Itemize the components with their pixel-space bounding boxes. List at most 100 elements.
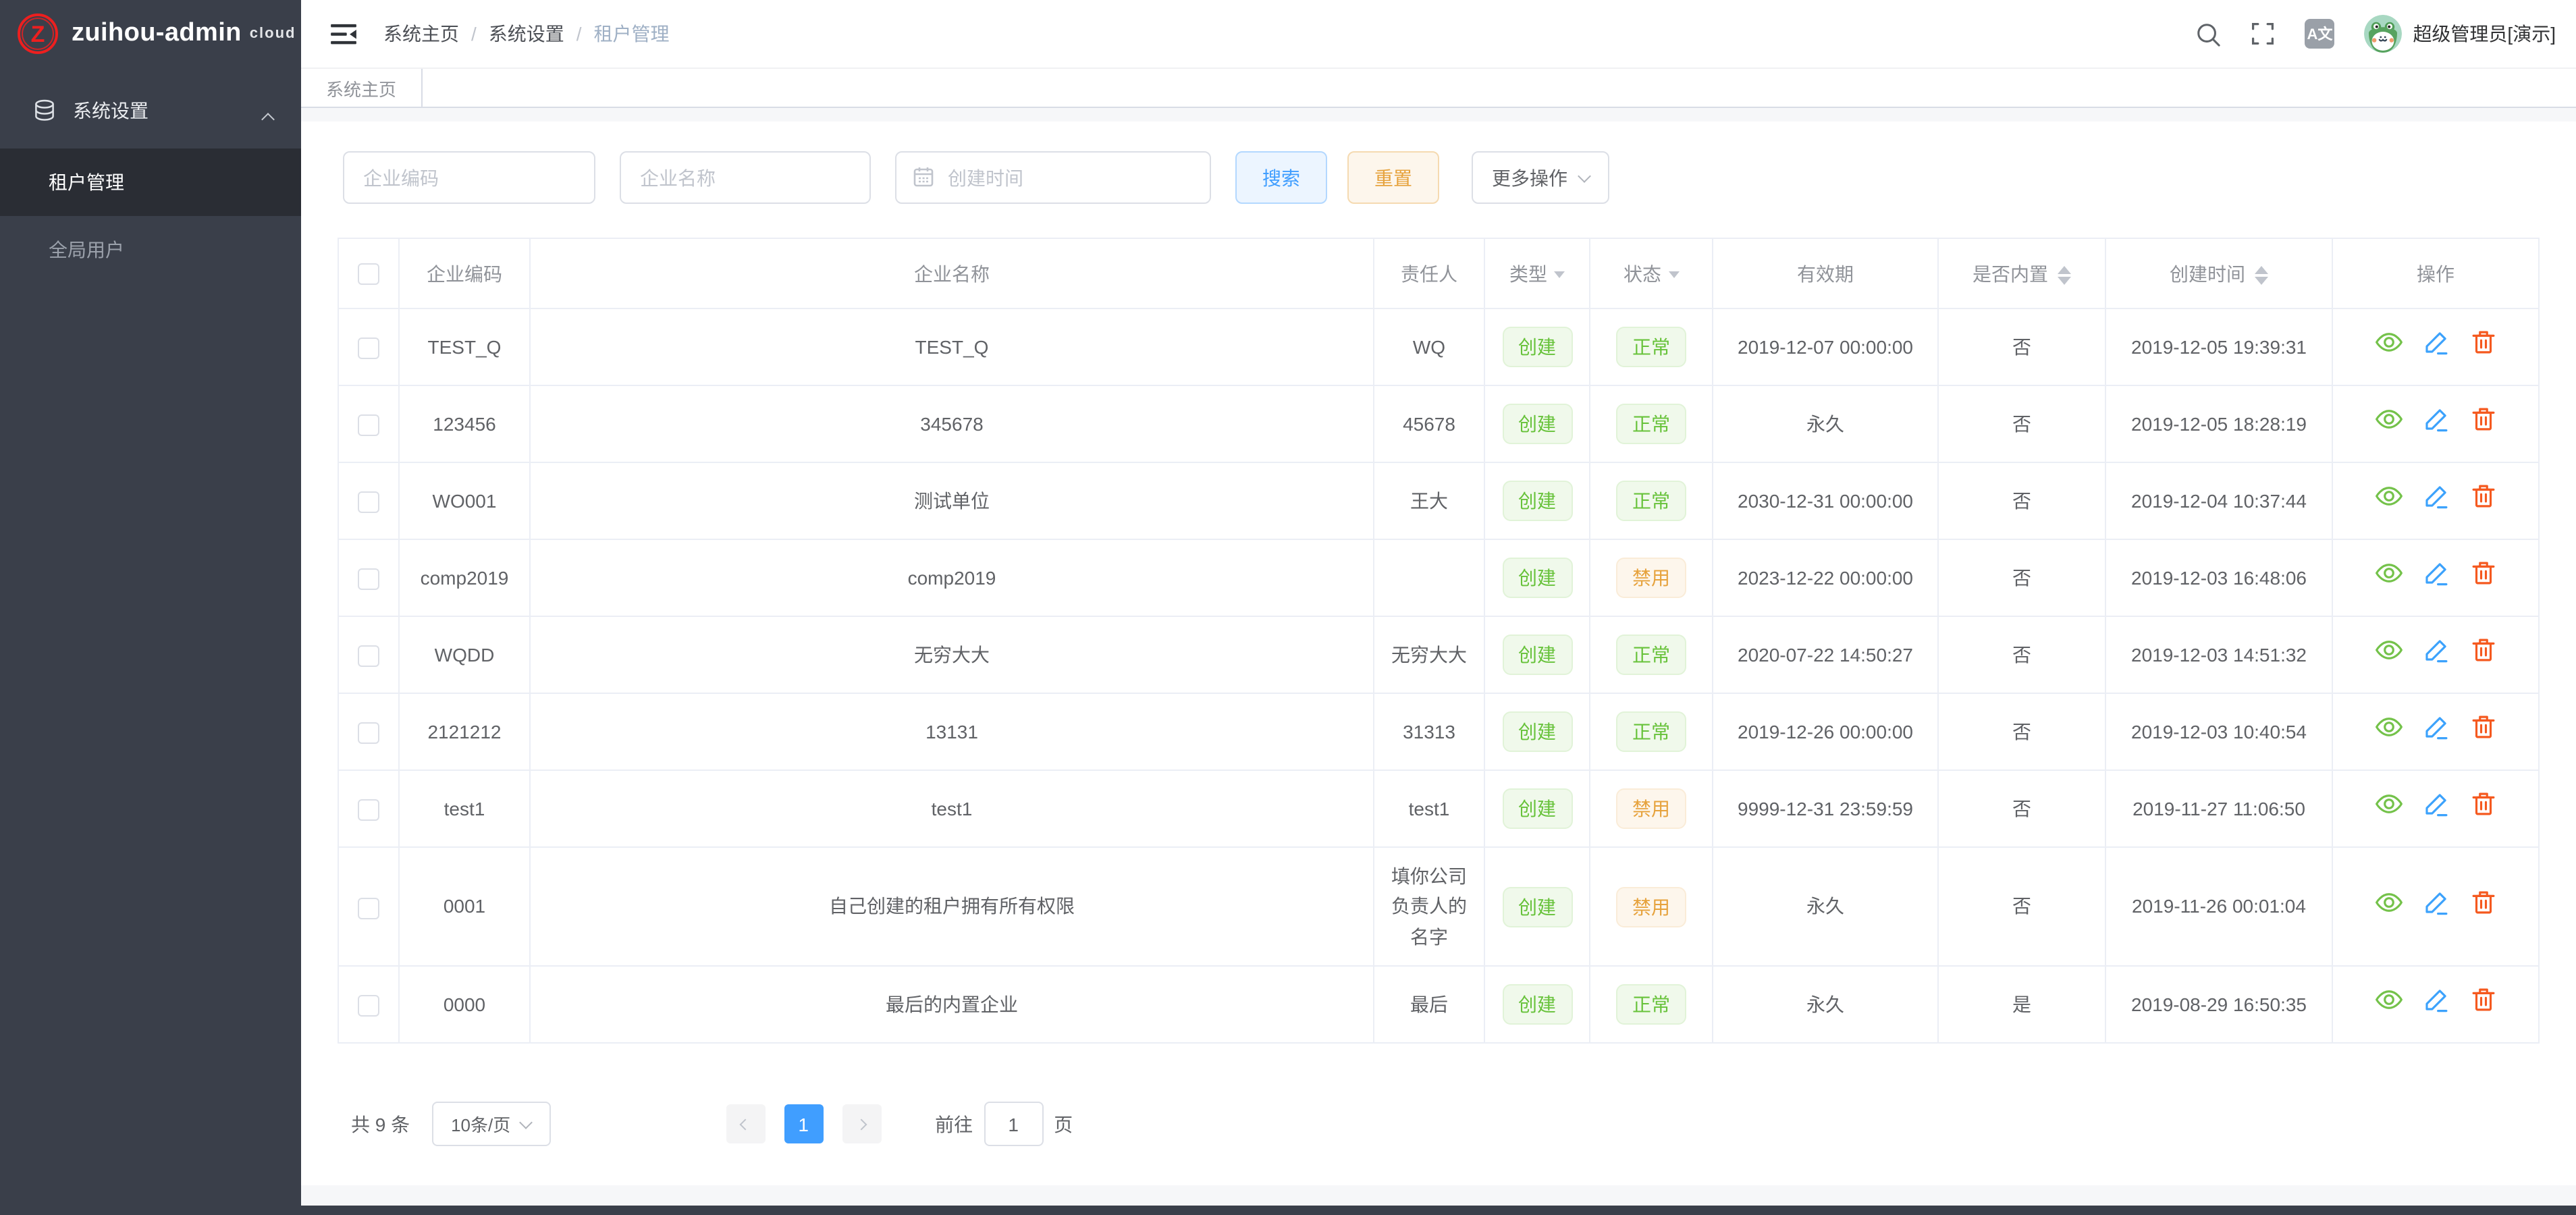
page-size-select[interactable]: 10条/页: [431, 1102, 550, 1146]
breadcrumb-item-home[interactable]: 系统主页: [383, 20, 459, 47]
filter-caret-icon[interactable]: [1554, 272, 1565, 279]
row-checkbox[interactable]: [358, 645, 379, 667]
search-icon[interactable]: [2195, 21, 2221, 47]
pencil-icon[interactable]: [2421, 790, 2450, 819]
column-header-1: 企业名称: [530, 238, 1374, 308]
row-checkbox[interactable]: [358, 897, 379, 919]
row-checkbox[interactable]: [358, 338, 379, 359]
row-checkbox[interactable]: [358, 414, 379, 436]
eye-icon[interactable]: [2374, 560, 2403, 588]
tab-system-home[interactable]: 系统主页: [301, 69, 423, 107]
eye-icon[interactable]: [2374, 637, 2403, 665]
breadcrumb-item-settings[interactable]: 系统设置: [489, 20, 564, 47]
cell-created: 2019-11-27 11:06:50: [2105, 770, 2332, 847]
cell-actions: [2332, 539, 2539, 616]
sort-carets-icon[interactable]: [2058, 266, 2071, 285]
chevron-down-icon: [519, 1115, 533, 1129]
sidebar-item-global-users[interactable]: 全局用户: [0, 216, 301, 284]
pencil-icon[interactable]: [2421, 713, 2450, 742]
column-header-5: 有效期: [1713, 238, 1938, 308]
trash-icon[interactable]: [2469, 560, 2497, 588]
type-badge: 创建: [1502, 634, 1572, 675]
sidebar-item-tenant-management[interactable]: 租户管理: [0, 148, 301, 216]
sidebar-collapse-button[interactable]: [331, 22, 356, 45]
trash-icon[interactable]: [2469, 888, 2497, 917]
type-badge: 创建: [1502, 481, 1572, 521]
pencil-icon[interactable]: [2421, 986, 2450, 1015]
pencil-icon[interactable]: [2421, 483, 2450, 511]
goto-page-input[interactable]: [984, 1102, 1043, 1146]
column-label: 有效期: [1797, 263, 1854, 284]
next-page-button[interactable]: [842, 1104, 881, 1143]
pencil-icon[interactable]: [2421, 406, 2450, 434]
page-unit-label: 页: [1054, 1110, 1073, 1137]
cell-actions: [2332, 847, 2539, 966]
breadcrumb-separator: /: [576, 23, 582, 45]
eye-icon[interactable]: [2374, 790, 2403, 819]
trash-icon[interactable]: [2469, 637, 2497, 665]
row-checkbox[interactable]: [358, 995, 379, 1017]
eye-icon[interactable]: [2374, 986, 2403, 1015]
page-number-current[interactable]: 1: [784, 1104, 823, 1143]
enterprise-name-input[interactable]: [620, 151, 871, 204]
trash-icon[interactable]: [2469, 713, 2497, 742]
row-checkbox[interactable]: [358, 491, 379, 513]
trash-icon[interactable]: [2469, 790, 2497, 819]
row-actions: [2365, 790, 2506, 819]
trash-icon[interactable]: [2469, 406, 2497, 434]
create-time-input[interactable]: [895, 151, 1211, 204]
eye-icon[interactable]: [2374, 888, 2403, 917]
cell-builtin: 否: [1938, 847, 2105, 966]
trash-icon[interactable]: [2469, 329, 2497, 357]
row-checkbox[interactable]: [358, 799, 379, 821]
pencil-icon[interactable]: [2421, 888, 2450, 917]
type-badge: 创建: [1502, 984, 1572, 1025]
trash-icon[interactable]: [2469, 483, 2497, 511]
pencil-icon[interactable]: [2421, 329, 2450, 357]
row-checkbox[interactable]: [358, 722, 379, 744]
translate-icon[interactable]: A文: [2305, 19, 2334, 49]
fullscreen-icon[interactable]: [2251, 22, 2275, 46]
reset-button[interactable]: 重置: [1347, 151, 1439, 204]
row-select-cell: [338, 308, 399, 385]
search-button[interactable]: 搜索: [1235, 151, 1327, 204]
sidebar-group-system-settings[interactable]: 系统设置: [0, 73, 301, 148]
cell-code: 2121212: [399, 693, 530, 770]
cell-type: 创建: [1484, 693, 1590, 770]
pencil-icon[interactable]: [2421, 560, 2450, 588]
cell-type: 创建: [1484, 462, 1590, 539]
cell-status: 禁用: [1590, 539, 1713, 616]
column-header-7[interactable]: 创建时间: [2105, 238, 2332, 308]
status-badge: 正常: [1616, 984, 1686, 1025]
select-all-checkbox[interactable]: [358, 263, 379, 285]
more-actions-button[interactable]: 更多操作: [1472, 151, 1609, 204]
eye-icon[interactable]: [2374, 329, 2403, 357]
row-checkbox[interactable]: [358, 568, 379, 590]
trash-icon[interactable]: [2469, 986, 2497, 1015]
cell-builtin: 否: [1938, 693, 2105, 770]
collapse-menu-icon: [331, 22, 356, 45]
sort-carets-icon[interactable]: [2255, 266, 2268, 285]
user-menu[interactable]: 超级管理员[演示]: [2364, 15, 2556, 53]
cell-name: 13131: [530, 693, 1374, 770]
column-header-3[interactable]: 类型: [1484, 238, 1590, 308]
eye-icon[interactable]: [2374, 406, 2403, 434]
app-logo: Z zuihou-admin cloud: [0, 0, 301, 68]
cell-owner: 王大: [1374, 462, 1484, 539]
enterprise-code-input[interactable]: [343, 151, 595, 204]
eye-icon[interactable]: [2374, 713, 2403, 742]
cell-builtin: 否: [1938, 385, 2105, 462]
breadcrumb: 系统主页 / 系统设置 / 租户管理: [383, 20, 670, 47]
column-header-6[interactable]: 是否内置: [1938, 238, 2105, 308]
eye-icon[interactable]: [2374, 483, 2403, 511]
column-label: 状态: [1624, 263, 1661, 284]
cell-code: TEST_Q: [399, 308, 530, 385]
pencil-icon[interactable]: [2421, 637, 2450, 665]
column-header-4[interactable]: 状态: [1590, 238, 1713, 308]
logo-letter: Z: [31, 22, 45, 45]
filter-caret-icon[interactable]: [1668, 272, 1679, 279]
column-header-2: 责任人: [1374, 238, 1484, 308]
prev-page-button[interactable]: [726, 1104, 765, 1143]
row-actions: [2365, 713, 2506, 742]
header-tools: A文: [2166, 15, 2556, 53]
